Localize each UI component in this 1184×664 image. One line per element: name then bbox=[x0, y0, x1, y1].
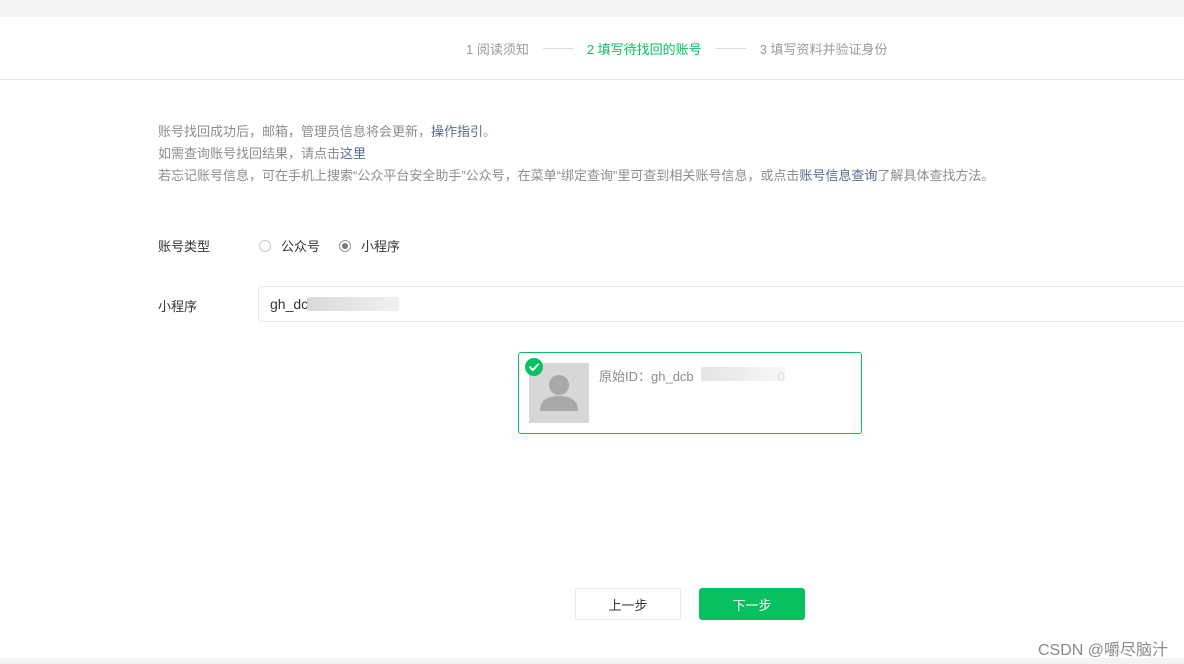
step-indicator: 1 阅读须知 2 填写待找回的账号 3 填写资料并验证身份 bbox=[466, 39, 888, 58]
radio-label-official-account: 公众号 bbox=[281, 239, 321, 254]
notice-line-2: 如需查询账号找回结果，请点击这里 bbox=[158, 146, 367, 161]
notice-line-1: 账号找回成功后，邮箱，管理员信息将会更新，操作指引。 bbox=[158, 124, 497, 139]
radio-checked-icon[interactable] bbox=[339, 239, 352, 252]
radio-official-account[interactable]: 公众号 bbox=[259, 236, 320, 255]
mini-program-result-card[interactable]: 原始ID：gh_dcb0 bbox=[518, 352, 862, 434]
redaction-blur bbox=[701, 367, 785, 381]
account-info-query-link[interactable]: 账号信息查询 bbox=[799, 168, 877, 183]
step-divider bbox=[715, 48, 746, 49]
step-2-fill-account: 2 填写待找回的账号 bbox=[586, 42, 702, 57]
radio-mini-program[interactable]: 小程序 bbox=[339, 236, 400, 255]
notice-line-3: 若忘记账号信息，可在手机上搜索“公众平台安全助手”公众号，在菜单“绑定查询”里可… bbox=[158, 168, 995, 183]
previous-step-button[interactable]: 上一步 bbox=[575, 588, 681, 620]
next-step-button[interactable]: 下一步 bbox=[699, 588, 805, 620]
notice-text: 账号找回成功后，邮箱，管理员信息将会更新，操作指引。 如需查询账号找回结果，请点… bbox=[158, 121, 994, 187]
radio-unchecked-icon[interactable] bbox=[259, 239, 271, 252]
account-type-label: 账号类型 bbox=[158, 239, 211, 254]
recovery-result-link[interactable]: 这里 bbox=[340, 146, 366, 161]
redaction-blur bbox=[307, 297, 399, 311]
operation-guide-link[interactable]: 操作指引 bbox=[431, 124, 483, 139]
step-3-verify-identity: 3 填写资料并验证身份 bbox=[759, 42, 888, 57]
account-type-radio-group: 公众号 小程序 bbox=[259, 236, 419, 255]
bottom-band bbox=[0, 658, 1184, 664]
top-band bbox=[0, 0, 1184, 17]
step-divider bbox=[542, 48, 573, 49]
mini-program-label: 小程序 bbox=[158, 299, 198, 314]
radio-label-mini-program: 小程序 bbox=[361, 239, 401, 254]
check-circle-icon bbox=[525, 358, 543, 376]
steps-bar: 1 阅读须知 2 填写待找回的账号 3 填写资料并验证身份 bbox=[0, 17, 1184, 80]
step-1-read-notice: 1 阅读须知 bbox=[466, 42, 529, 57]
watermark-text: CSDN @嚼尽脑汁 bbox=[1037, 642, 1168, 659]
